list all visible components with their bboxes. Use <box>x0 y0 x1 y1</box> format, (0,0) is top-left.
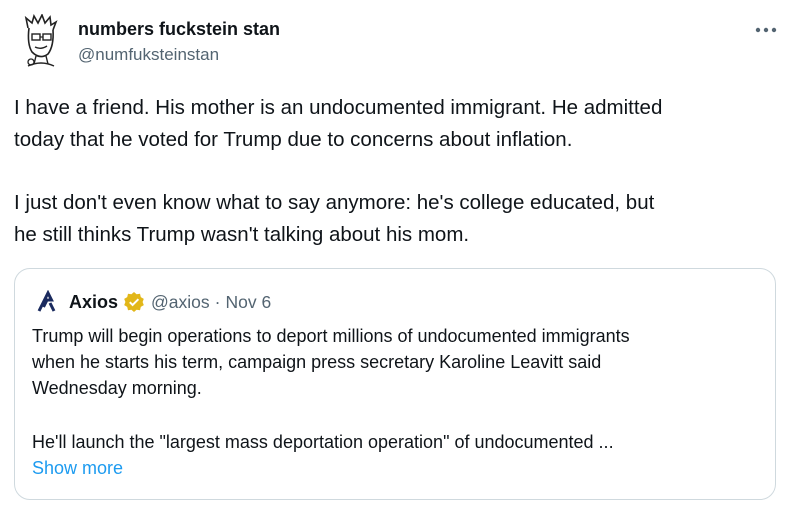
quoted-author-handle[interactable]: @axios <box>151 292 210 313</box>
axios-logo-icon <box>37 290 56 312</box>
tweet-text-line: I just don't even know what to say anymo… <box>14 191 655 214</box>
tweet-text-line: today that he voted for Trump due to con… <box>14 128 573 151</box>
author-display-name[interactable]: numbers fuckstein stan <box>78 19 280 40</box>
tweet-text-line: I have a friend. His mother is an undocu… <box>14 96 663 119</box>
quoted-text-line: Trump will begin operations to deport mi… <box>32 326 630 346</box>
tweet: numbers fuckstein stan @numfuksteinstan … <box>0 0 802 511</box>
show-more-link[interactable]: Show more <box>32 458 123 479</box>
more-horizontal-icon <box>755 27 777 33</box>
quoted-text-line: He'll launch the "largest mass deportati… <box>32 432 614 452</box>
author-handle[interactable]: @numfuksteinstan <box>78 45 219 65</box>
tweet-text: I have a friend. His mother is an undocu… <box>14 92 784 251</box>
quoted-tweet-card[interactable]: Axios @axios · Nov 6 Trump will begin op… <box>14 268 776 500</box>
verified-badge-icon <box>124 292 144 312</box>
quoted-tweet-header: Axios @axios · Nov 6 <box>36 289 271 315</box>
tweet-text-line: he still thinks Trump wasn't talking abo… <box>14 223 470 246</box>
header-separator: · <box>214 291 221 312</box>
avatar-sketch-icon <box>24 13 58 67</box>
quoted-tweet-date[interactable]: Nov 6 <box>225 292 271 313</box>
quoted-text-line: Wednesday morning. <box>32 378 202 398</box>
quoted-text-line: when he starts his term, campaign press … <box>32 352 602 372</box>
more-options-button[interactable] <box>752 18 780 42</box>
author-avatar[interactable] <box>20 13 62 70</box>
quoted-tweet-text: Trump will begin operations to deport mi… <box>32 323 762 455</box>
quoted-author-name[interactable]: Axios <box>69 292 118 313</box>
